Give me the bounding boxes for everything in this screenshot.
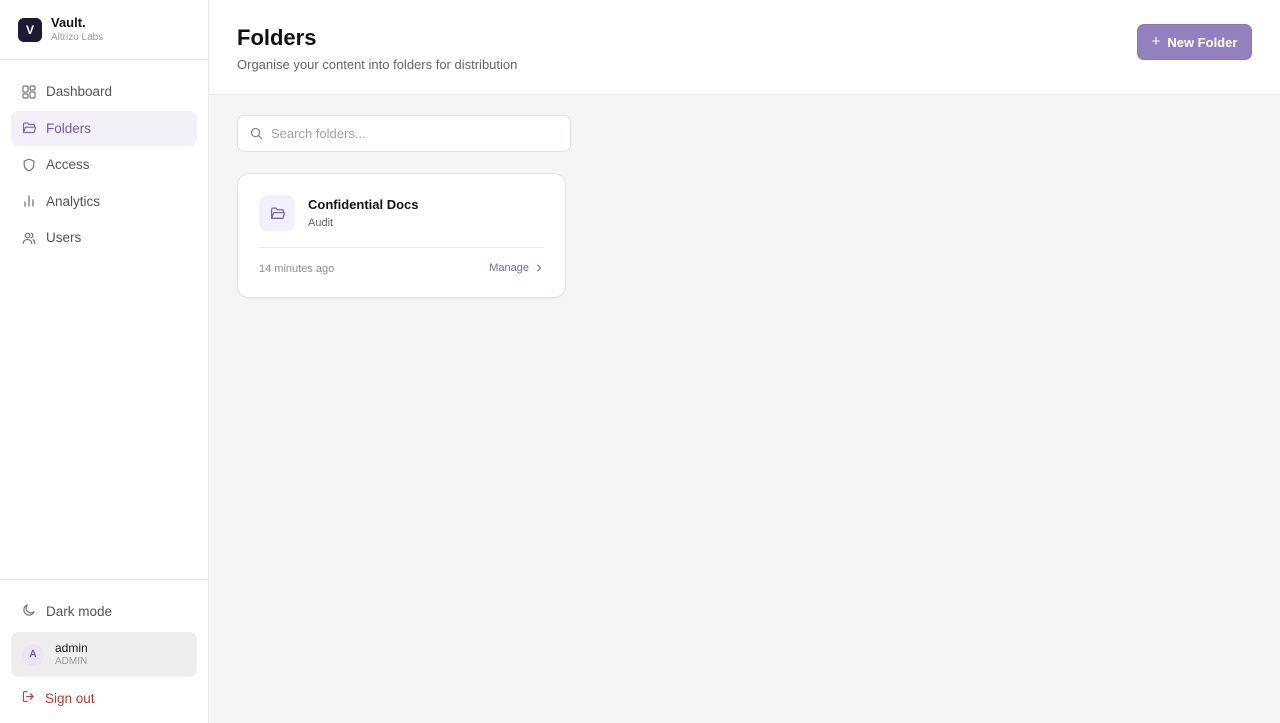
folder-type: Audit [308,217,334,229]
sidebar-item-dashboard[interactable]: Dashboard [11,74,197,109]
shield-icon [22,158,36,172]
search-box [237,115,571,152]
brand-logo: V [18,17,42,42]
avatar: A [22,643,44,666]
sidebar-nav: Dashboard Folders Access Analytics Users [0,60,208,255]
plus-icon: + [1151,33,1161,50]
brand-name: Vault. [51,14,86,30]
dark-mode-label: Dark mode [46,603,113,619]
sidebar-item-users[interactable]: Users [11,220,197,255]
manage-link[interactable]: Manage [489,262,543,274]
user-role: ADMIN [55,656,88,668]
sidebar-item-access[interactable]: Access [11,147,197,182]
divider [259,247,544,248]
folder-icon [270,207,285,219]
folder-name: Confidential Docs [308,197,419,212]
manage-label: Manage [489,262,529,274]
moon-icon [22,603,36,620]
page-header: Folders Organise your content into folde… [209,0,1280,95]
page-subtitle: Organise your content into folders for d… [237,57,518,72]
new-folder-label: New Folder [1167,34,1238,50]
new-folder-button[interactable]: + New Folder [1137,24,1252,60]
search-icon [250,127,263,140]
sidebar-item-label: Access [46,157,90,172]
folder-card-icon [259,195,295,231]
chevron-right-icon [537,264,542,272]
sidebar-item-label: Dashboard [46,84,113,99]
users-icon [22,231,36,245]
sign-out-label: Sign out [45,690,95,706]
sidebar-item-folders[interactable]: Folders [11,110,197,146]
sidebar-item-label: Analytics [46,193,101,209]
brand-org: Altrizo Labs [51,31,104,43]
sign-out-button[interactable]: Sign out [11,685,197,711]
sidebar-footer: Dark mode A admin ADMIN Sign out [0,579,208,723]
brand: V Vault. Altrizo Labs [0,0,208,60]
user-card[interactable]: A admin ADMIN [11,632,197,677]
sidebar: V Vault. Altrizo Labs Dashboard Folders … [0,0,209,723]
logout-icon [22,690,35,706]
bar-chart-icon [22,194,36,208]
dark-mode-toggle[interactable]: Dark mode [11,594,197,628]
page-title: Folders [237,25,317,50]
user-name: admin [55,640,88,655]
folder-icon [22,121,36,135]
dashboard-icon [22,84,36,99]
sidebar-item-label: Folders [46,120,92,136]
sidebar-item-analytics[interactable]: Analytics [11,184,197,219]
sidebar-item-label: Users [46,230,82,245]
folder-card[interactable]: Confidential Docs Audit 14 minutes ago M… [237,173,566,298]
folder-updated: 14 minutes ago [259,263,335,275]
search-input[interactable] [271,126,561,141]
